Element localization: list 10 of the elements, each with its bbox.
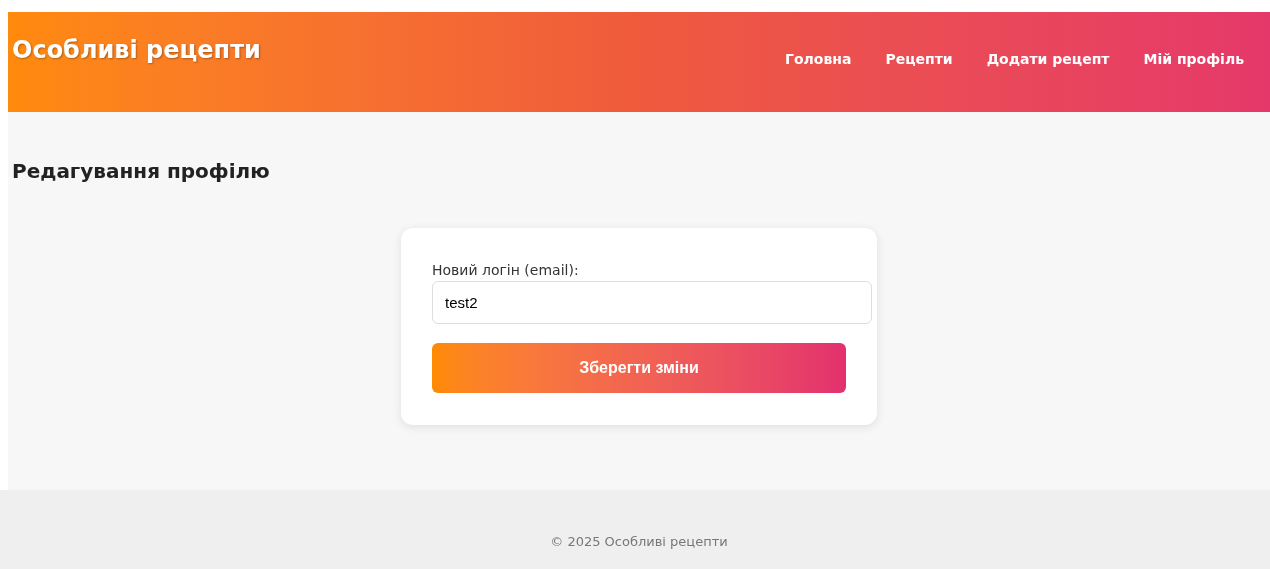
nav-link[interactable]: Головна bbox=[775, 45, 862, 74]
nav-link[interactable]: Мій профіль bbox=[1133, 45, 1254, 74]
site-logo[interactable]: Особливі рецепти bbox=[12, 32, 261, 68]
field-label: Новий логін (email): bbox=[432, 261, 580, 280]
footer-text: © 2025 Особливі рецепти bbox=[550, 533, 728, 551]
save-button[interactable]: Зберегти зміни bbox=[432, 343, 846, 393]
nav-link[interactable]: Рецепти bbox=[875, 45, 963, 74]
page-title: Редагування профілю bbox=[12, 158, 271, 185]
nav-link[interactable]: Додати рецепт bbox=[976, 45, 1120, 74]
email-field[interactable]: test2 bbox=[432, 281, 872, 324]
